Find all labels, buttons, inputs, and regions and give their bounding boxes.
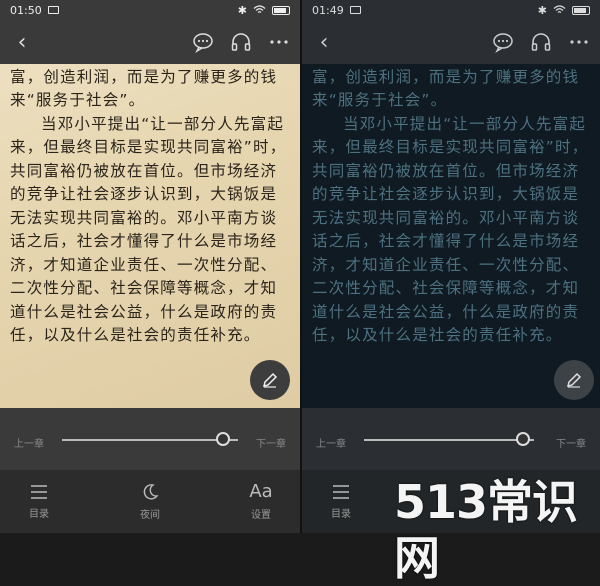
moon-icon (143, 484, 159, 500)
book-text: 企业生存的目的，不是为了创造财富，创造利润，而是为了赚更多的钱来“服务于社会”。… (312, 42, 592, 348)
comment-bubble-icon[interactable] (192, 31, 214, 53)
settings-label: 设置 (251, 510, 271, 521)
bluetooth-icon: ✱ (537, 3, 547, 17)
next-chapter-button[interactable]: 下一章 (556, 435, 586, 450)
more-dots-icon[interactable] (268, 31, 290, 53)
reader-toolbar: ‹ (0, 20, 300, 64)
edit-note-button[interactable] (250, 360, 290, 400)
reader-panel-night: 企业生存的目的，不是为了创造财富，创造利润，而是为了赚更多的钱来“服务于社会”。… (302, 0, 600, 533)
edit-note-button[interactable] (554, 360, 594, 400)
headphones-icon[interactable] (530, 31, 552, 53)
pencil-icon (262, 372, 278, 388)
chapter-slider-area: 上一章 下一章 (0, 408, 300, 470)
gallery-notification-icon (47, 6, 59, 14)
chapter-progress-handle[interactable] (216, 432, 230, 446)
prev-chapter-button[interactable]: 上一章 (316, 435, 346, 450)
next-chapter-button[interactable]: 下一章 (256, 435, 286, 450)
chapter-progress-handle[interactable] (516, 432, 530, 446)
status-time: 01:49 (312, 3, 344, 17)
chapter-slider-area: 上一章 下一章 (302, 408, 600, 470)
wifi-icon (553, 5, 566, 13)
site-watermark: 513常识网 (394, 475, 578, 585)
status-time: 01:50 (10, 3, 42, 17)
back-chevron-icon[interactable]: ‹ (10, 30, 34, 55)
battery-icon (272, 5, 290, 15)
text-paragraph: 当邓小平提出“让一部分人先富起来，但最终目标是实现共同富裕”时，共同富裕仍被放在… (10, 114, 287, 345)
font-aa-icon: Aa (249, 481, 273, 502)
list-icon (31, 485, 47, 499)
settings-button[interactable]: Aa 设置 (236, 470, 286, 533)
toc-label: 目录 (29, 509, 49, 520)
prev-chapter-button[interactable]: 上一章 (14, 435, 44, 450)
battery-icon (572, 5, 590, 15)
toc-button[interactable]: 目录 (14, 470, 64, 533)
chapter-progress-track[interactable] (62, 439, 238, 441)
toc-button[interactable]: 目录 (316, 470, 366, 533)
list-icon (333, 485, 349, 499)
screenshot-root: 企业生存的目的，不是为了创造财富，创造利润，而是为了赚更多的钱来“服务于社会”。… (0, 0, 600, 585)
status-bar: 01:49 ✱ (302, 0, 600, 20)
wifi-icon (253, 5, 266, 13)
toc-label: 目录 (331, 509, 351, 520)
gallery-notification-icon (349, 6, 361, 14)
reader-panel-day: 企业生存的目的，不是为了创造财富，创造利润，而是为了赚更多的钱来“服务于社会”。… (0, 0, 300, 533)
status-bar: 01:50 ✱ (0, 0, 300, 20)
night-mode-label: 夜间 (140, 510, 160, 521)
pencil-icon (566, 372, 582, 388)
more-dots-icon[interactable] (568, 31, 590, 53)
chapter-progress-track[interactable] (364, 439, 534, 441)
headphones-icon[interactable] (230, 31, 252, 53)
comment-bubble-icon[interactable] (492, 31, 514, 53)
reader-toolbar: ‹ (302, 20, 600, 64)
bluetooth-icon: ✱ (237, 3, 247, 17)
night-mode-button[interactable]: 夜间 (125, 470, 175, 533)
bottom-nav: 目录 夜间 Aa 设置 (0, 470, 300, 533)
text-paragraph: 当邓小平提出“让一部分人先富起来，但最终目标是实现共同富裕”时，共同富裕仍被放在… (312, 114, 589, 345)
back-chevron-icon[interactable]: ‹ (312, 30, 336, 55)
book-text: 企业生存的目的，不是为了创造财富，创造利润，而是为了赚更多的钱来“服务于社会”。… (10, 42, 292, 348)
